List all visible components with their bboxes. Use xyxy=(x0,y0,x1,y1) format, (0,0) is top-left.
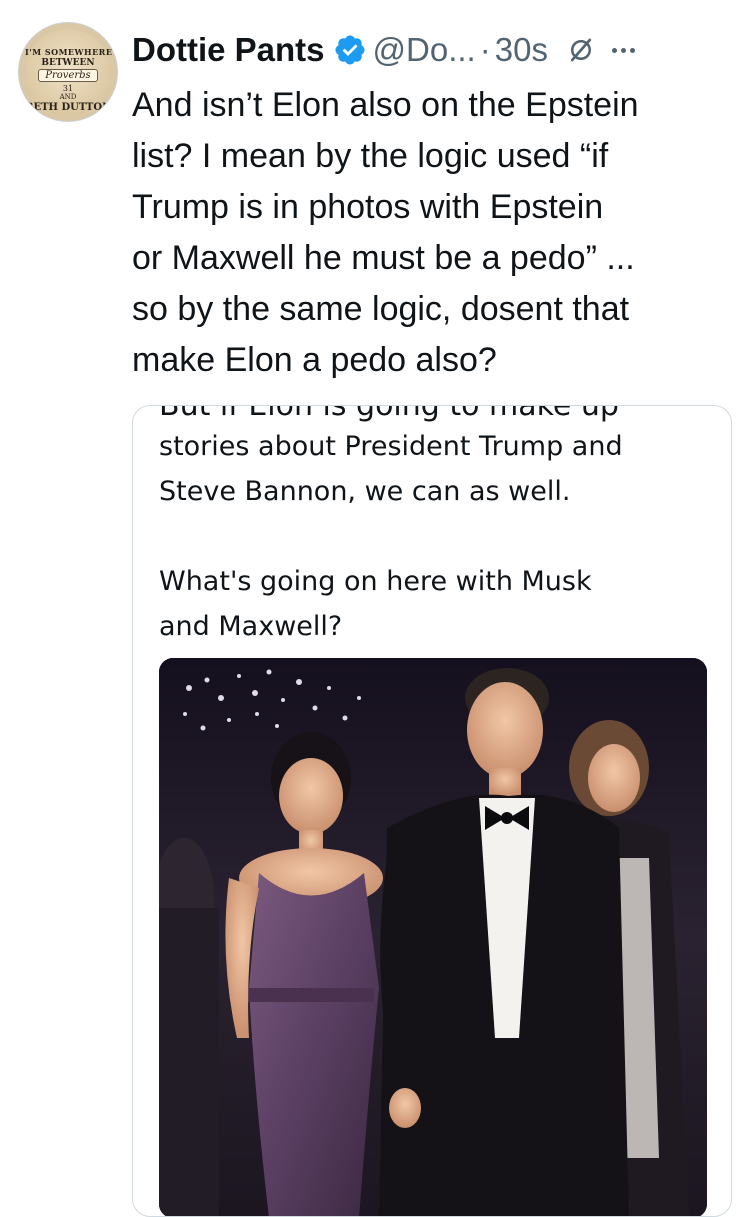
tweet-header: Dottie Pants @Do... · 30s xyxy=(132,28,742,72)
verified-badge-icon[interactable] xyxy=(333,33,367,67)
quoted-tweet-card[interactable]: But if Elon is going to make up stories … xyxy=(132,405,732,1217)
tweet-line: Trump is in photos with Epstein xyxy=(132,188,604,226)
author-name[interactable]: Dottie Pants xyxy=(132,31,325,69)
author-handle[interactable]: @Do... xyxy=(373,31,476,69)
quoted-tweet-text: stories about President Trump and Steve … xyxy=(159,424,719,649)
quoted-line: stories about President Trump and xyxy=(159,431,623,462)
tweet-line: And isn’t Elon also on the Epstein xyxy=(132,86,639,124)
separator-dot: · xyxy=(479,31,491,68)
more-icon[interactable] xyxy=(611,47,635,53)
timestamp[interactable]: 30s xyxy=(495,31,548,69)
quoted-line: and Maxwell? xyxy=(159,611,343,642)
quoted-tweet-photo[interactable] xyxy=(159,658,707,1216)
tweet-line: make Elon a pedo also? xyxy=(132,341,497,379)
tweet-line: so by the same logic, dosent that xyxy=(132,290,630,328)
tweet-line: list? I mean by the logic used “if xyxy=(132,137,609,175)
grok-icon[interactable] xyxy=(566,35,596,65)
quoted-line: What's going on here with Musk xyxy=(159,566,592,597)
avatar-logo: I'M SOMEWHERE BETWEEN Proverbs 31 AND BE… xyxy=(25,29,113,115)
avatar-text-2: BETWEEN xyxy=(41,58,95,68)
quoted-line: Steve Bannon, we can as well. xyxy=(159,476,571,507)
photo-illustration xyxy=(159,658,707,1216)
avatar-text-5: AND xyxy=(59,93,77,101)
avatar-text-3: Proverbs xyxy=(25,69,111,82)
tweet-text: And isn’t Elon also on the Epstein list?… xyxy=(132,80,742,386)
tweet-line: or Maxwell he must be a pedo” ... xyxy=(132,239,635,277)
avatar-text-4: 31 xyxy=(62,84,74,93)
quoted-tweet-cut-line: But if Elon is going to make up xyxy=(159,405,619,423)
avatar-text-1: I'M SOMEWHERE xyxy=(25,47,113,57)
avatar[interactable]: I'M SOMEWHERE BETWEEN Proverbs 31 AND BE… xyxy=(18,22,118,122)
avatar-text-6: BETH DUTTON xyxy=(25,102,112,113)
